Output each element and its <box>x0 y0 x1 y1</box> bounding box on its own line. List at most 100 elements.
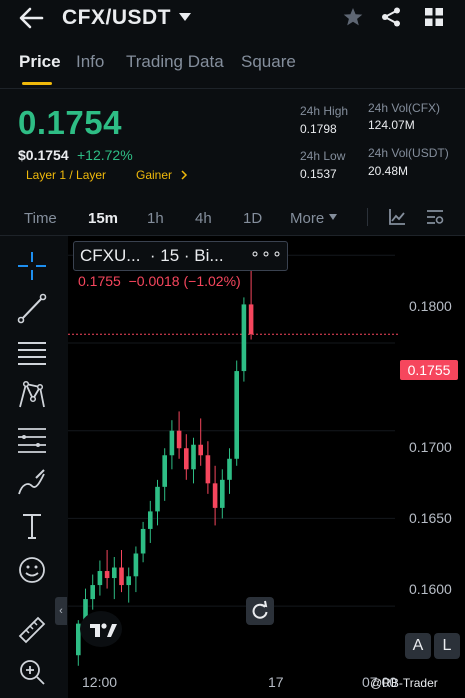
candle <box>176 411 182 459</box>
high-value: 0.1798 <box>300 122 337 136</box>
candle-body <box>227 458 232 480</box>
candle-body <box>176 430 182 449</box>
candle <box>169 420 175 470</box>
candle <box>148 500 153 543</box>
candle <box>90 574 95 610</box>
candle <box>162 448 167 501</box>
back-arrow-icon[interactable] <box>18 6 44 30</box>
candle <box>112 557 117 600</box>
candle <box>220 469 225 519</box>
reset-chart-button[interactable] <box>246 597 274 625</box>
candle-body <box>198 444 203 456</box>
candle <box>140 521 146 563</box>
indicator-chart-icon[interactable] <box>388 208 406 226</box>
candle-body <box>97 571 103 586</box>
gainer-tag[interactable]: Gainer <box>136 168 172 182</box>
more-caret-icon <box>329 214 337 220</box>
tab-info[interactable]: Info <box>76 52 104 72</box>
tab-price[interactable]: Price <box>19 52 61 72</box>
candle-body <box>184 448 189 470</box>
share-icon[interactable] <box>380 6 402 28</box>
usd-price: $0.1754 <box>18 147 69 163</box>
chart-settings-icon[interactable] <box>426 208 444 226</box>
vol-usdt-value: 20.48M <box>368 164 409 178</box>
favorite-star-icon[interactable] <box>342 6 364 28</box>
y-tick-label: 0.1800 <box>409 298 452 314</box>
candle <box>133 546 139 593</box>
candle-body <box>191 444 196 470</box>
interval-1h[interactable]: 1h <box>147 210 164 227</box>
candle-body <box>220 479 225 508</box>
candle-body <box>248 304 254 335</box>
y-tick-label: 0.1700 <box>409 439 452 455</box>
fib-retracement-icon[interactable] <box>16 423 48 455</box>
chart-legend[interactable]: CFXU... · 15 · Bi... ∘∘∘ <box>73 241 288 271</box>
interval-divider <box>367 208 368 226</box>
candle-body <box>205 455 211 484</box>
candle <box>227 448 232 494</box>
candle-body <box>140 528 146 554</box>
high-label: 24h High <box>300 104 349 118</box>
candle <box>241 297 247 382</box>
candle <box>205 441 211 494</box>
emoji-icon[interactable] <box>16 554 48 586</box>
low-value: 0.1537 <box>300 167 337 181</box>
candlestick-chart[interactable] <box>68 236 465 698</box>
interval-4h[interactable]: 4h <box>195 210 212 227</box>
candle-body <box>241 304 247 372</box>
trend-line-icon[interactable] <box>16 292 48 324</box>
x-tick-label: 17 <box>268 674 284 690</box>
category-tag[interactable]: Layer 1 / Layer <box>26 168 106 182</box>
candle <box>97 560 103 596</box>
text-tool-icon[interactable] <box>16 510 48 542</box>
collapse-toolbar-button[interactable]: ‹ <box>55 597 67 625</box>
candle-body <box>234 371 239 459</box>
grid-menu-icon[interactable] <box>423 6 445 28</box>
ruler-icon[interactable] <box>16 614 48 646</box>
vol-usdt-label: 24h Vol(USDT) <box>368 146 449 160</box>
candle <box>212 465 218 526</box>
tradingview-logo[interactable] <box>80 611 122 647</box>
watermark: @RB-Trader <box>370 676 438 690</box>
auto-scale-button[interactable]: A <box>405 633 431 659</box>
legend-more-icon[interactable]: ∘∘∘ <box>250 244 283 264</box>
candle-body <box>119 567 124 586</box>
candle-body <box>162 455 167 487</box>
crosshair-icon[interactable] <box>16 250 48 282</box>
candle-body <box>148 511 153 529</box>
current-price-tag: 0.1755 <box>400 360 458 380</box>
parallel-lines-icon[interactable] <box>16 336 48 368</box>
interval-15m[interactable]: 15m <box>88 210 118 227</box>
candle <box>119 549 124 593</box>
tabs-divider <box>0 88 465 89</box>
y-tick-label: 0.1650 <box>409 510 452 526</box>
zoom-in-icon[interactable] <box>16 656 48 688</box>
candle <box>104 549 110 589</box>
low-label: 24h Low <box>300 149 346 163</box>
candle-body <box>212 483 218 508</box>
tab-trading-data[interactable]: Trading Data <box>126 52 224 72</box>
candle-body <box>126 576 131 586</box>
candle-body <box>112 567 117 579</box>
candle <box>191 437 196 484</box>
interval-more[interactable]: More <box>290 210 324 227</box>
interval-1d[interactable]: 1D <box>243 210 262 227</box>
tradingview-logo-icon <box>90 623 117 637</box>
vol-cfx-label: 24h Vol(CFX) <box>368 101 441 115</box>
last-price: 0.1754 <box>18 104 122 141</box>
tab-square[interactable]: Square <box>241 52 296 72</box>
candle <box>184 434 189 480</box>
candle-body <box>90 585 95 600</box>
pair-title[interactable]: CFX/USDT <box>62 6 171 30</box>
active-tab-indicator <box>22 82 52 85</box>
interval-time[interactable]: Time <box>24 210 57 227</box>
candle <box>198 418 203 466</box>
caret-down-icon[interactable] <box>177 10 193 24</box>
change-percent: +12.72% <box>77 147 133 163</box>
pattern-tool-icon[interactable] <box>16 379 48 411</box>
candle-body <box>155 486 160 512</box>
top-bar: CFX/USDT <box>0 0 465 36</box>
log-scale-button[interactable]: L <box>434 633 460 659</box>
brush-icon[interactable] <box>16 466 48 498</box>
candle <box>234 360 239 466</box>
